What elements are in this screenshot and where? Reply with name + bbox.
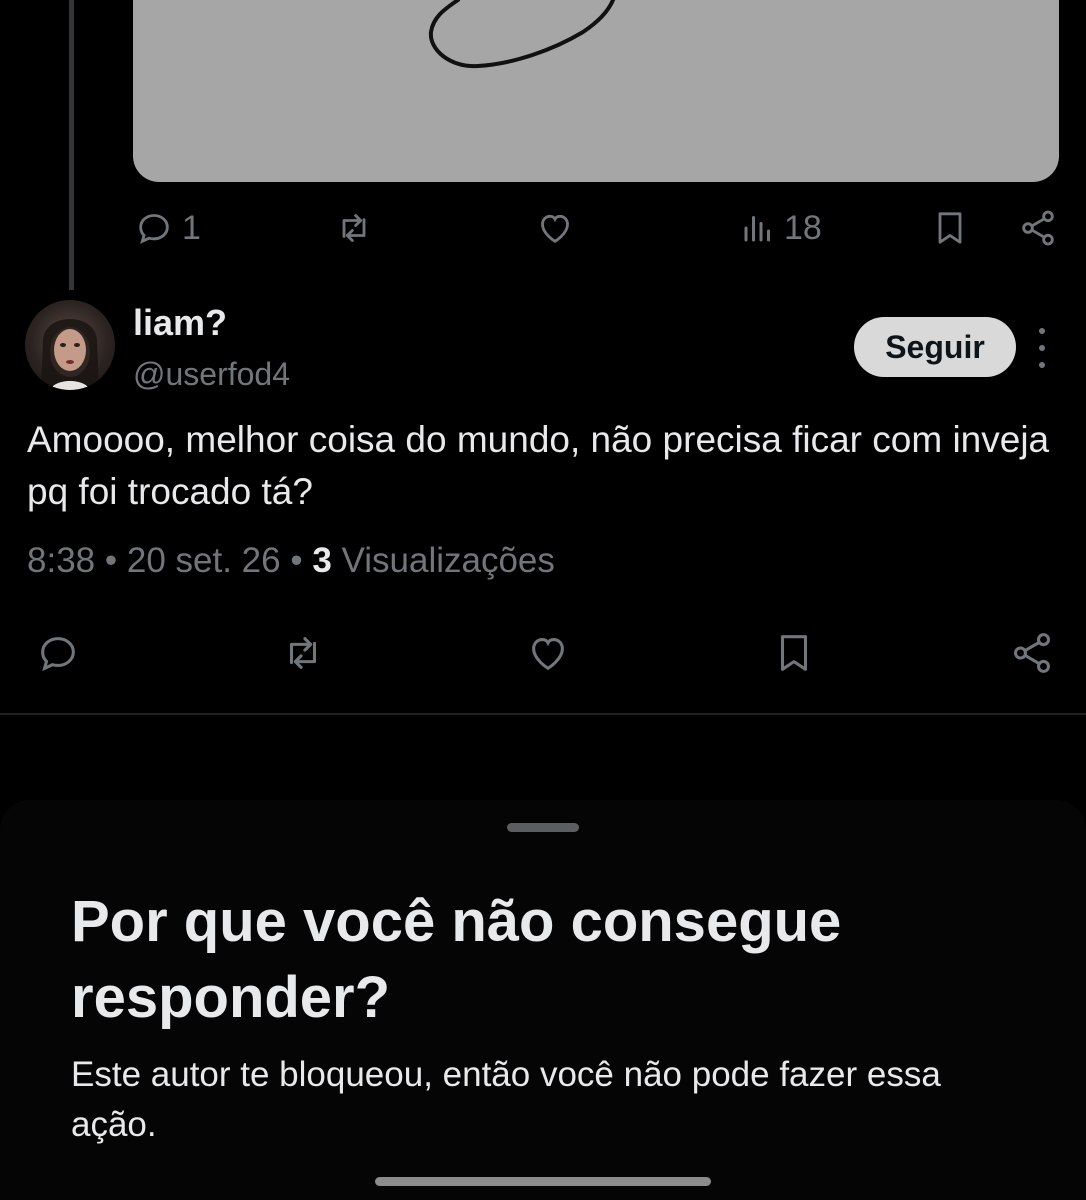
- like-button[interactable]: [524, 630, 572, 676]
- dot: [1039, 328, 1045, 334]
- sketch-drawing: [428, 0, 615, 69]
- screen: 1 18 liam? @userfod4 Seguir Amoooo, melh…: [0, 0, 1086, 1200]
- heart-icon: [524, 630, 572, 676]
- meta-separator: •: [290, 541, 303, 580]
- share-icon: [1018, 208, 1058, 248]
- thread-connector-line: [69, 0, 74, 290]
- sheet-title: Por que você não consegue responder?: [71, 889, 842, 1030]
- parent-bookmark-button[interactable]: [930, 208, 970, 248]
- parent-reply-button[interactable]: 1: [134, 208, 201, 248]
- sheet-body-text: Este autor te bloqueou, então você não p…: [71, 1055, 941, 1144]
- views-count: 18: [784, 208, 822, 247]
- repost-icon: [333, 208, 375, 248]
- reply-button[interactable]: [34, 630, 82, 676]
- avatar[interactable]: [25, 300, 115, 390]
- sheet-drag-handle[interactable]: [507, 823, 579, 832]
- comment-icon: [34, 630, 82, 676]
- bookmark-icon: [770, 630, 818, 676]
- tweet-metadata: 8:38 • 20 set. 26 • 3 Visualizações: [27, 541, 555, 581]
- tweet-text: Amoooo, melhor coisa do mundo, não preci…: [27, 419, 1050, 512]
- dot: [1039, 345, 1045, 351]
- tweet-views-count[interactable]: 3: [312, 541, 331, 580]
- heart-icon: [535, 208, 575, 248]
- comment-icon: [134, 208, 174, 248]
- tweet-time[interactable]: 8:38: [27, 541, 95, 580]
- tweet-views-label[interactable]: Visualizações: [342, 541, 555, 580]
- parent-repost-button[interactable]: [333, 208, 375, 248]
- tweet-date[interactable]: 20 set. 26: [127, 541, 281, 580]
- bookmark-button[interactable]: [770, 630, 818, 676]
- parent-tweet-media-image[interactable]: [133, 0, 1059, 182]
- avatar-photo: [41, 319, 99, 390]
- home-indicator[interactable]: [375, 1177, 711, 1186]
- user-handle[interactable]: @userfod4: [133, 356, 290, 393]
- parent-like-button[interactable]: [535, 208, 575, 248]
- follow-button[interactable]: Seguir: [854, 317, 1016, 377]
- divider: [0, 713, 1086, 715]
- views-bar-chart-icon: [740, 208, 776, 248]
- bookmark-icon: [930, 208, 970, 248]
- reply-count: 1: [182, 208, 201, 247]
- repost-button[interactable]: [278, 630, 328, 676]
- share-button[interactable]: [1008, 630, 1056, 676]
- parent-views-button[interactable]: 18: [740, 208, 822, 248]
- share-icon: [1008, 630, 1056, 676]
- more-vertical-icon[interactable]: [1030, 328, 1054, 368]
- repost-icon: [278, 630, 328, 676]
- display-name[interactable]: liam?: [133, 302, 227, 344]
- meta-separator: •: [104, 541, 118, 580]
- dot: [1039, 362, 1045, 368]
- parent-share-button[interactable]: [1018, 208, 1058, 248]
